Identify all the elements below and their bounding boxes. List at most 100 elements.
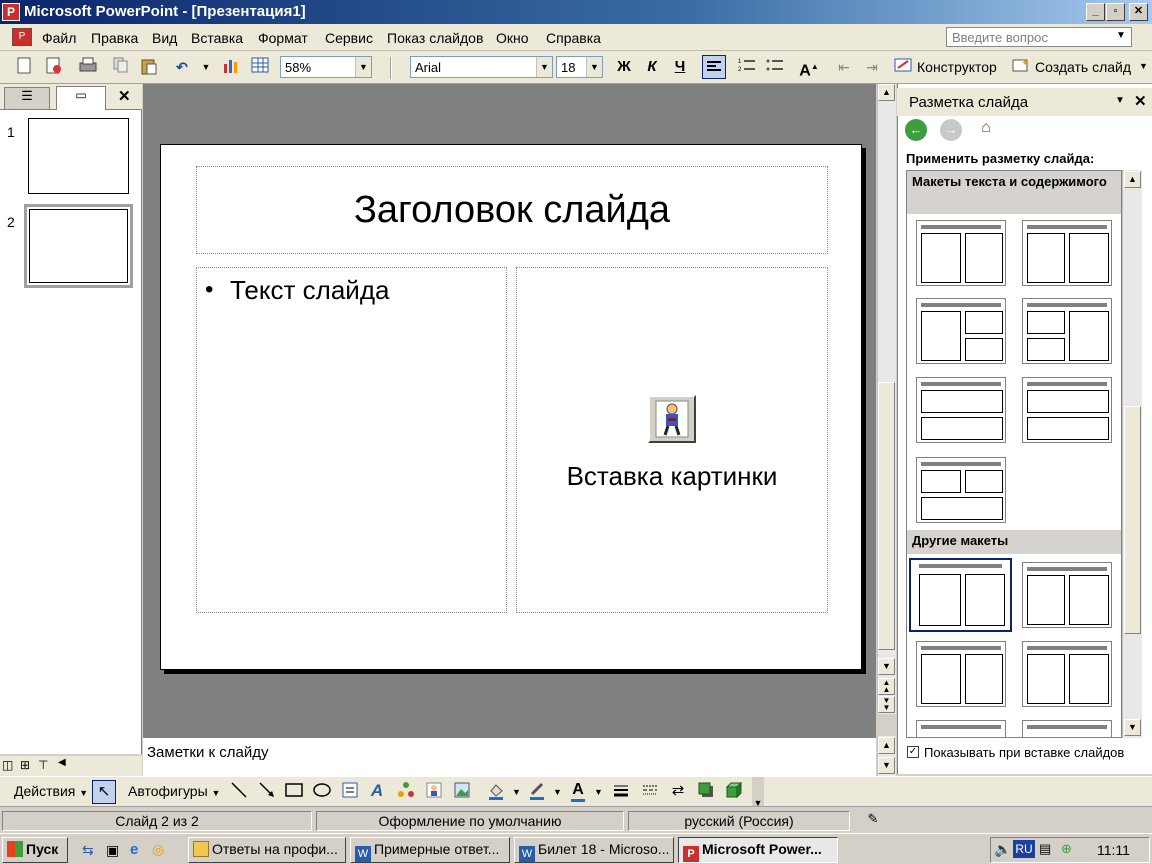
layout-text-content-4[interactable]: [1022, 298, 1112, 364]
layout-text-clipart-selected[interactable]: [909, 558, 1012, 632]
fill-color-dropdown-icon[interactable]: ▼: [512, 787, 521, 797]
notes-scrollbar[interactable]: ▲ ▼: [877, 736, 896, 776]
paste-icon[interactable]: [139, 57, 159, 77]
insert-table-icon[interactable]: [250, 57, 270, 77]
clipart-icon[interactable]: [424, 781, 444, 801]
layout-more-1[interactable]: [916, 720, 1006, 737]
menu-window[interactable]: Окно: [496, 30, 529, 46]
wordart-icon[interactable]: A: [367, 781, 387, 801]
task-pane-menu-icon[interactable]: ▼: [1115, 95, 1125, 106]
menu-edit[interactable]: Правка: [91, 30, 138, 46]
arrow-style-icon[interactable]: ⇄: [668, 781, 688, 801]
layout-text-content-1[interactable]: [916, 220, 1006, 286]
restore-button[interactable]: ▫: [1106, 3, 1125, 21]
layout-text-content-6[interactable]: [1022, 377, 1112, 443]
new-document-icon[interactable]: [14, 57, 34, 77]
scroll-left-button[interactable]: ◀: [58, 757, 66, 768]
line-color-icon[interactable]: [527, 781, 547, 801]
clipart-placeholder[interactable]: Вставка картинки: [516, 267, 828, 613]
ask-dropdown-icon[interactable]: ▼: [1116, 30, 1126, 41]
zoom-combo[interactable]: 58% ▼: [280, 56, 372, 78]
layout-chart-text[interactable]: [1022, 641, 1112, 707]
font-combo[interactable]: Arial ▼: [410, 56, 553, 78]
previous-slide-button[interactable]: ▲ ▲: [878, 678, 895, 695]
powerpoint-app-icon[interactable]: P: [2, 3, 20, 21]
layout-text-content-2[interactable]: [1022, 220, 1112, 286]
layout-more-2[interactable]: [1022, 720, 1112, 737]
shadow-style-icon[interactable]: [696, 781, 716, 801]
taskbar-button-ticket-18[interactable]: W Билет 18 - Microso...: [514, 837, 674, 863]
decrease-indent-icon[interactable]: ⇤: [834, 57, 854, 77]
numbered-list-icon[interactable]: 12: [737, 57, 757, 77]
insert-chart-icon[interactable]: [221, 57, 241, 77]
drawing-toolbar-options-icon[interactable]: ▼: [752, 777, 764, 808]
bulleted-list-icon[interactable]: [765, 57, 785, 77]
italic-button[interactable]: К: [642, 57, 662, 77]
line-style-icon[interactable]: [611, 781, 631, 801]
quicklaunch-outlook-icon[interactable]: ◎: [152, 841, 164, 858]
underline-button[interactable]: Ч: [670, 57, 690, 77]
slide-sorter-view-icon[interactable]: ⊞: [20, 758, 30, 772]
slide-canvas[interactable]: Заголовок слайда • Текст слайда Вставка …: [160, 144, 862, 670]
arrow-tool-icon[interactable]: [257, 781, 277, 801]
scroll-up-button[interactable]: ▲: [878, 84, 895, 101]
font-dropdown-icon[interactable]: ▼: [536, 57, 552, 77]
layout-text-content-5[interactable]: [916, 377, 1006, 443]
menu-file[interactable]: Файл: [42, 30, 76, 46]
show-on-insert-checkbox[interactable]: ✓: [907, 746, 919, 758]
font-color-icon[interactable]: A: [568, 780, 588, 802]
slide-vertical-scrollbar[interactable]: ▲ ▼ ▲ ▲ ▼ ▼: [877, 84, 896, 714]
menu-tools[interactable]: Сервис: [325, 30, 373, 46]
title-placeholder[interactable]: Заголовок слайда: [196, 166, 828, 254]
toolbar-options-icon[interactable]: ▼: [1139, 61, 1148, 71]
copy-icon[interactable]: [111, 57, 131, 77]
language-indicator[interactable]: RU: [1013, 840, 1035, 858]
align-left-icon[interactable]: [702, 55, 726, 79]
notes-scroll-up-button[interactable]: ▲: [878, 737, 895, 754]
font-size-dropdown-icon[interactable]: ▼: [586, 57, 602, 77]
insert-picture-icon[interactable]: [452, 781, 472, 801]
minimize-button[interactable]: _: [1086, 3, 1105, 21]
layout-text-content-7[interactable]: [916, 457, 1006, 523]
rectangle-tool-icon[interactable]: [284, 781, 304, 801]
gallery-scroll-down-button[interactable]: ▼: [1124, 719, 1141, 736]
back-arrow-icon[interactable]: ←: [905, 119, 927, 141]
home-icon[interactable]: ⌂: [974, 119, 998, 141]
bold-button[interactable]: Ж: [614, 57, 634, 77]
oval-tool-icon[interactable]: [312, 781, 332, 801]
3d-style-icon[interactable]: [724, 781, 744, 801]
menu-insert[interactable]: Вставка: [191, 30, 243, 46]
quicklaunch-desktop-icon[interactable]: ▣: [106, 842, 119, 859]
layout-text-content-3[interactable]: [916, 298, 1006, 364]
zoom-dropdown-icon[interactable]: ▼: [355, 57, 371, 77]
diagram-icon[interactable]: [396, 781, 416, 801]
next-slide-button[interactable]: ▼ ▼: [878, 696, 895, 713]
taskbar-button-sample-answers[interactable]: W Примерные ответ...: [350, 837, 510, 863]
tab-slides[interactable]: ▭: [56, 86, 106, 110]
increase-indent-icon[interactable]: ⇥: [862, 57, 882, 77]
normal-view-icon[interactable]: ◫: [2, 758, 13, 772]
notes-pane[interactable]: Заметки к слайду: [143, 736, 876, 776]
text-placeholder[interactable]: • Текст слайда: [196, 267, 507, 613]
fill-color-icon[interactable]: [486, 781, 506, 801]
menu-slideshow[interactable]: Показ слайдов: [387, 30, 483, 46]
insert-clipart-icon[interactable]: [648, 395, 696, 443]
taskbar-button-powerpoint-active[interactable]: P Microsoft Power...: [678, 837, 838, 863]
gallery-scroll-thumb[interactable]: [1124, 406, 1141, 634]
select-pointer-icon[interactable]: ↖: [92, 780, 116, 804]
dash-style-icon[interactable]: [640, 781, 660, 801]
ask-question-input[interactable]: Введите вопрос: [946, 27, 1132, 47]
autoshapes-menu[interactable]: Автофигуры ▼: [128, 783, 220, 799]
designer-icon[interactable]: [893, 57, 913, 77]
menu-format[interactable]: Формат: [258, 30, 308, 46]
layout-text-chart[interactable]: [916, 641, 1006, 707]
slideshow-view-icon[interactable]: ⊤: [38, 758, 48, 772]
slides-pane-close-button[interactable]: ✕: [118, 87, 131, 105]
spelling-status-icon[interactable]: ✎: [861, 811, 885, 831]
volume-icon[interactable]: 🔈: [994, 841, 1011, 858]
font-size-combo[interactable]: 18 ▼: [556, 56, 603, 78]
undo-dropdown-icon[interactable]: ▼: [196, 57, 216, 77]
taskbar-button-answers[interactable]: Ответы на профи...: [188, 837, 346, 863]
font-color-dropdown-icon[interactable]: ▼: [594, 787, 603, 797]
increase-font-size-icon[interactable]: A▲: [799, 57, 819, 79]
